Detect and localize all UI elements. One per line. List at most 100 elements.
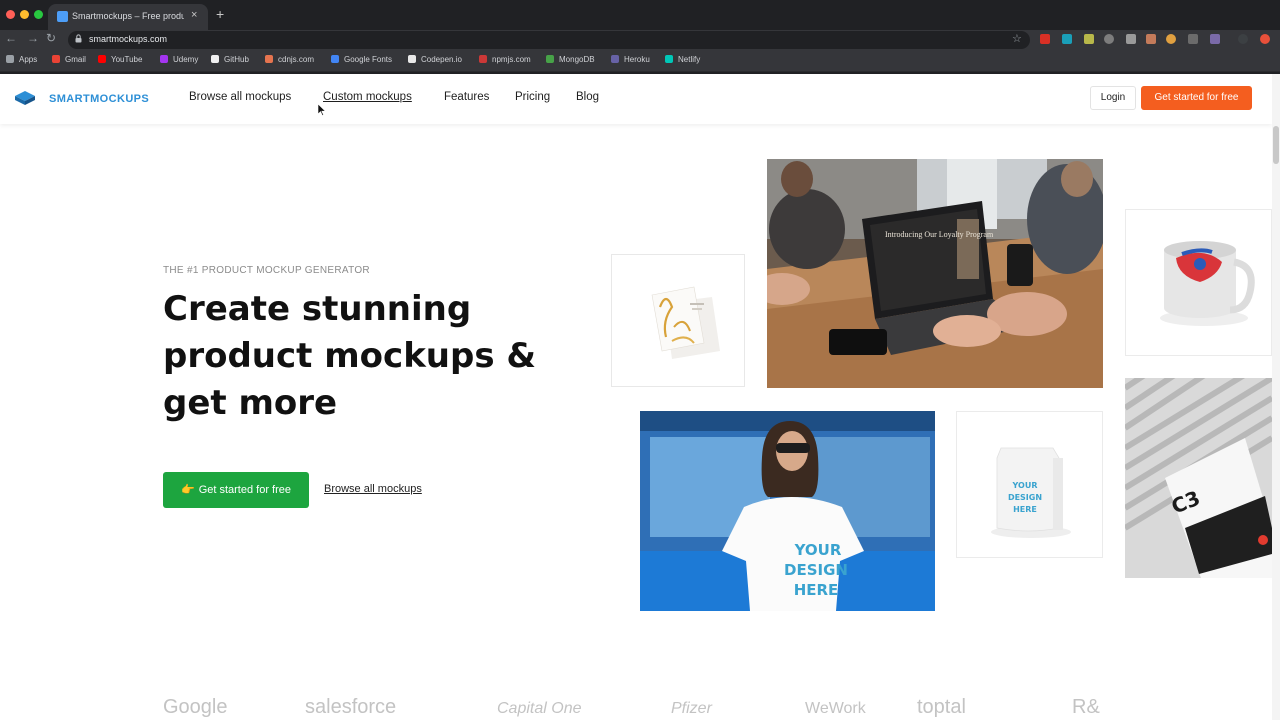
mug-mockup-image[interactable]: [1125, 209, 1272, 356]
brand-logo-capital-one: Capital One: [497, 700, 582, 717]
logo-text[interactable]: SMARTMOCKUPS: [49, 93, 149, 105]
bookmark-icon: [665, 55, 673, 63]
extension-icon[interactable]: [1062, 34, 1072, 44]
back-arrow-icon[interactable]: ←: [5, 31, 17, 45]
bookmark-label: cdnjs.com: [278, 55, 315, 64]
bookmark-item[interactable]: Heroku: [611, 55, 650, 67]
bookmark-label: Apps: [19, 55, 38, 64]
bookmark-label: Codepen.io: [421, 55, 462, 64]
hero-eyebrow: THE #1 PRODUCT MOCKUP GENERATOR: [163, 265, 370, 276]
extension-icon[interactable]: [1210, 34, 1220, 44]
avatar[interactable]: [1260, 34, 1270, 44]
get-started-hero-button[interactable]: 👉 Get started for free: [163, 472, 309, 508]
bookmark-label: YouTube: [111, 55, 143, 64]
brand-logo-toptal: toptal: [917, 696, 966, 718]
page-scrollbar[interactable]: [1272, 74, 1280, 720]
laptop-mockup-image[interactable]: Introducing Our Loyalty Program: [767, 159, 1103, 388]
extension-icon[interactable]: [1126, 34, 1136, 44]
brand-logo-r: R&: [1072, 696, 1100, 718]
browse-all-mockups-link[interactable]: Browse all mockups: [324, 483, 422, 495]
browser-tab[interactable]: Smartmockups – Free product ×: [48, 4, 208, 30]
brand-logo-google: Google: [163, 696, 228, 718]
extension-icon[interactable]: [1084, 34, 1094, 44]
window-close-button[interactable]: [6, 10, 15, 19]
bookmark-label: Udemy: [173, 55, 199, 64]
coffee-design-text-3: HERE: [1013, 505, 1037, 514]
bookmark-item[interactable]: Udemy: [160, 55, 198, 67]
bookmark-icon: [211, 55, 219, 63]
tshirt-mockup-image[interactable]: YOUR DESIGN HERE: [640, 411, 935, 611]
bookmark-item[interactable]: Codepen.io: [408, 55, 462, 67]
bookmark-icon: [52, 55, 60, 63]
lock-icon: [75, 34, 82, 45]
bookmark-icon: [546, 55, 554, 63]
tshirt-design-text-2: DESIGN: [784, 561, 848, 579]
get-started-header-button[interactable]: Get started for free: [1141, 86, 1252, 110]
scrollbar-thumb[interactable]: [1273, 126, 1279, 164]
brand-logos-row: Google salesforce Capital One Pfizer WeW…: [0, 694, 1272, 720]
profile-icon[interactable]: [1238, 34, 1248, 44]
bookmark-item[interactable]: npmjs.com: [479, 55, 531, 67]
tshirt-design-text-3: HERE: [794, 581, 839, 599]
bookmark-item[interactable]: MongoDB: [546, 55, 595, 67]
nav-pricing[interactable]: Pricing: [515, 91, 550, 103]
bookmark-item[interactable]: Google Fonts: [331, 55, 392, 67]
url-text: smartmockups.com: [89, 34, 168, 44]
web-page: SMARTMOCKUPS Browse all mockups Custom m…: [0, 74, 1280, 720]
brand-logo-salesforce: salesforce: [305, 696, 397, 718]
forward-arrow-icon[interactable]: →: [27, 31, 39, 45]
bookmark-label: npmjs.com: [492, 55, 531, 64]
favicon-icon: [57, 11, 68, 22]
address-bar[interactable]: smartmockups.com ☆: [68, 31, 1030, 49]
tab-close-icon[interactable]: ×: [191, 9, 197, 21]
bookmark-label: Google Fonts: [344, 55, 393, 64]
bookmark-label: Gmail: [65, 55, 86, 64]
browser-toolbar: ← → ↻ smartmockups.com ☆: [0, 30, 1280, 50]
nav-browse-all-mockups[interactable]: Browse all mockups: [189, 91, 291, 103]
tshirt-design-text-1: YOUR: [794, 541, 842, 559]
reload-icon[interactable]: ↻: [46, 31, 56, 45]
bookmark-item[interactable]: GitHub: [211, 55, 249, 67]
hero-cta-label: Get started for free: [198, 484, 292, 496]
bookmark-icon: [611, 55, 619, 63]
tab-strip: Smartmockups – Free product × +: [0, 0, 1280, 30]
bookmark-icon: [479, 55, 487, 63]
bookmark-item[interactable]: Netlify: [665, 55, 700, 67]
coffee-design-text-2: DESIGN: [1008, 493, 1042, 502]
window-minimize-button[interactable]: [20, 10, 29, 19]
bookmark-item[interactable]: Apps: [6, 55, 37, 67]
coffee-design-text-1: YOUR: [1012, 481, 1038, 490]
bookmark-star-icon[interactable]: ☆: [1012, 32, 1022, 45]
new-tab-button[interactable]: +: [216, 6, 224, 22]
bookmark-icon: [98, 55, 106, 63]
magazine-mockup-image[interactable]: C3: [1125, 378, 1272, 578]
nav-features[interactable]: Features: [444, 91, 489, 103]
nav-custom-mockups[interactable]: Custom mockups: [323, 91, 412, 103]
logo-icon[interactable]: [14, 90, 36, 106]
extension-icon[interactable]: [1104, 34, 1114, 44]
bookmark-icon: [6, 55, 14, 63]
bookmark-label: MongoDB: [559, 55, 595, 64]
pointing-hand-icon: 👉: [180, 484, 195, 496]
window-maximize-button[interactable]: [34, 10, 43, 19]
bookmarks-bar: Apps Gmail YouTube Udemy GitHub cdnjs.com Goog…: [0, 50, 1280, 72]
tab-title: Smartmockups – Free product: [72, 11, 184, 21]
mouse-cursor-icon: [317, 103, 327, 117]
coffee-bag-mockup-image[interactable]: YOUR DESIGN HERE: [956, 411, 1103, 558]
bookmark-icon: [160, 55, 168, 63]
extension-icon[interactable]: [1146, 34, 1156, 44]
bookmark-item[interactable]: Gmail: [52, 55, 86, 67]
extension-icon[interactable]: [1040, 34, 1050, 44]
bookmark-label: GitHub: [224, 55, 249, 64]
extension-icon[interactable]: [1166, 34, 1176, 44]
laptop-screen-text: Introducing Our Loyalty Program: [885, 230, 994, 239]
bookmark-item[interactable]: cdnjs.com: [265, 55, 314, 67]
extension-icon[interactable]: [1188, 34, 1198, 44]
bookmark-icon: [265, 55, 273, 63]
bookmark-item[interactable]: YouTube: [98, 55, 142, 67]
envelope-mockup-image[interactable]: [611, 254, 745, 387]
brand-logo-wework: WeWork: [805, 700, 866, 717]
nav-blog[interactable]: Blog: [576, 91, 599, 103]
login-button[interactable]: Login: [1090, 86, 1136, 110]
bookmark-icon: [331, 55, 339, 63]
